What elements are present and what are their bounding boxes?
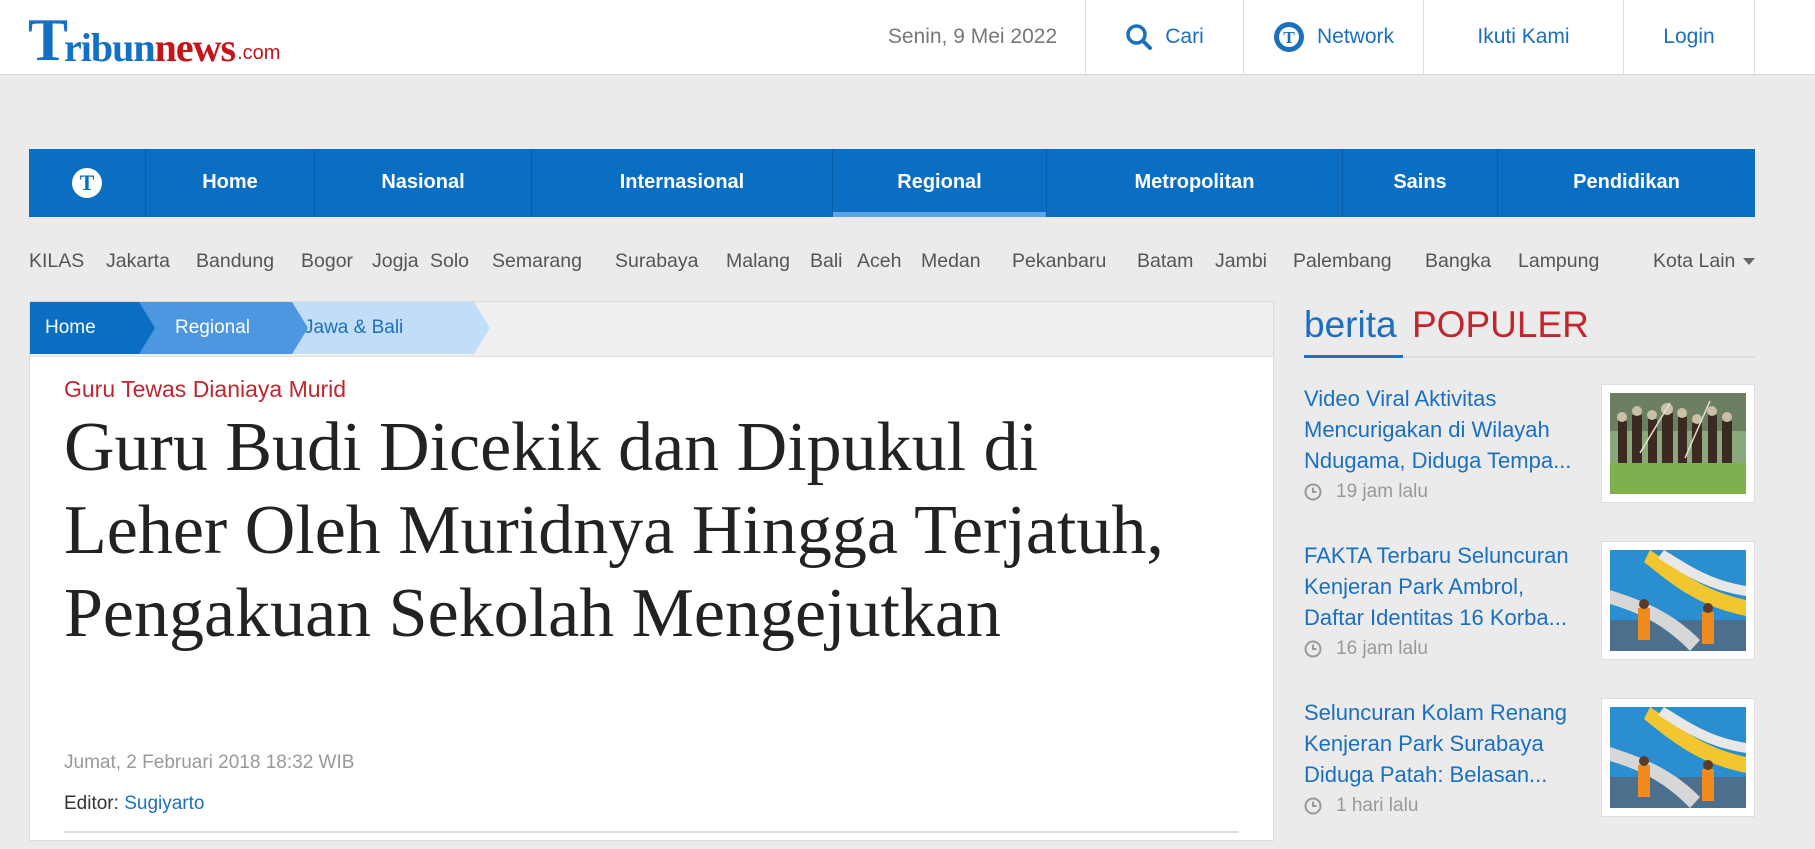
article-headline: Guru Budi Dicekik dan Dipukul di Leher O… (64, 409, 1164, 652)
popular-item-title[interactable]: Video Viral Aktivitas Mencurigakan di Wi… (1304, 383, 1590, 476)
main-nav: T Home Nasional Internasional Regional M… (29, 149, 1755, 217)
popular-item[interactable]: Seluncuran Kolam Renang Kenjeran Park Su… (1304, 697, 1755, 849)
subnav-bogor[interactable]: Bogor (301, 246, 353, 276)
clock-icon (1304, 797, 1322, 815)
search-button[interactable]: Cari (1085, 0, 1243, 74)
popular-item-thumbnail[interactable] (1601, 698, 1755, 817)
popular-item-thumbnail[interactable] (1601, 384, 1755, 503)
popular-item[interactable]: FAKTA Terbaru Seluncuran Kenjeran Park A… (1304, 540, 1755, 692)
subnav-palembang[interactable]: Palembang (1293, 246, 1392, 276)
tribun-logo-icon: T (72, 168, 102, 198)
editor-name-link[interactable]: Sugiyarto (124, 793, 204, 814)
popular-item-thumbnail[interactable] (1601, 541, 1755, 660)
logo-com: .com (237, 42, 281, 64)
nav-item-nasional[interactable]: Nasional (315, 149, 532, 217)
subnav-semarang[interactable]: Semarang (492, 246, 582, 276)
nav-item-regional[interactable]: Regional (833, 149, 1047, 217)
subnav-bangka[interactable]: Bangka (1425, 246, 1491, 276)
nav-item-pendidikan[interactable]: Pendidikan (1498, 149, 1755, 217)
logo-ribun: ribun (64, 25, 156, 70)
subnav-solo[interactable]: Solo (430, 246, 469, 276)
subnav-kota-lain-label: Kota Lain (1653, 250, 1736, 272)
popular-item-time: 16 jam lalu (1304, 638, 1428, 660)
top-bar: Tribun news .com Senin, 9 Mei 2022 Cari T … (0, 0, 1815, 75)
search-label: Cari (1165, 25, 1204, 48)
logo-news: news (154, 25, 236, 70)
subnav-jakarta[interactable]: Jakarta (106, 246, 170, 276)
subnav-kota-lain[interactable]: Kota Lain (1653, 246, 1755, 276)
subnav-batam[interactable]: Batam (1137, 246, 1193, 276)
caret-down-icon (1742, 258, 1755, 266)
subnav-bali[interactable]: Bali (810, 246, 843, 276)
breadcrumb-home[interactable]: Home (30, 302, 155, 354)
popular-item-title[interactable]: FAKTA Terbaru Seluncuran Kenjeran Park A… (1304, 540, 1590, 633)
subnav-medan[interactable]: Medan (921, 246, 981, 276)
popular-item-time-text: 19 jam lalu (1336, 481, 1428, 502)
popular-item-time-text: 16 jam lalu (1336, 638, 1428, 659)
subnav-malang[interactable]: Malang (726, 246, 790, 276)
tribunnews-logo[interactable]: Tribun news .com (28, 6, 280, 70)
popular-heading-populer: POPULER (1412, 304, 1589, 345)
subnav-kilas[interactable]: KILAS (29, 246, 84, 276)
clock-icon (1304, 483, 1322, 501)
tribun-network-icon: T (1273, 21, 1305, 53)
topbar-divider (1754, 0, 1755, 74)
popular-heading-berita: berita (1304, 304, 1397, 345)
network-label: Network (1316, 25, 1395, 48)
waterslide-photo-image (1610, 550, 1746, 651)
follow-us-label: Ikuti Kami (1477, 25, 1570, 48)
nav-home-logo[interactable]: T (29, 149, 146, 217)
nav-item-home[interactable]: Home (146, 149, 315, 217)
breadcrumb-regional[interactable]: Regional (138, 302, 308, 354)
popular-item-time-text: 1 hari lalu (1336, 795, 1419, 816)
nav-item-sains[interactable]: Sains (1343, 149, 1498, 217)
logo-t: T (28, 7, 69, 73)
regional-subnav: KILAS Jakarta Bandung Bogor Jogja Solo S… (0, 246, 1815, 276)
popular-item-time: 19 jam lalu (1304, 481, 1428, 503)
article-divider (64, 831, 1239, 833)
article-date: Jumat, 2 Februari 2018 18:32 WIB (64, 752, 355, 773)
nav-item-internasional[interactable]: Internasional (532, 149, 833, 217)
waterslide-photo-image (1610, 707, 1746, 808)
subnav-jambi[interactable]: Jambi (1215, 246, 1267, 276)
article-card: Jawa & Bali Regional Home Guru Tewas Dia… (29, 301, 1274, 841)
subnav-bandung[interactable]: Bandung (196, 246, 274, 276)
popular-item[interactable]: Video Viral Aktivitas Mencurigakan di Wi… (1304, 383, 1755, 535)
subnav-pekanbaru[interactable]: Pekanbaru (1012, 246, 1106, 276)
subnav-aceh[interactable]: Aceh (857, 246, 901, 276)
login-button[interactable]: Login (1623, 0, 1754, 74)
follow-us-button[interactable]: Ikuti Kami (1423, 0, 1623, 74)
subnav-jogja[interactable]: Jogja (372, 246, 419, 276)
heading-underline (1304, 355, 1403, 358)
popular-item-time: 1 hari lalu (1304, 795, 1418, 817)
nav-item-metropolitan[interactable]: Metropolitan (1047, 149, 1343, 217)
current-date: Senin, 9 Mei 2022 (887, 25, 1058, 48)
network-button[interactable]: T Network (1243, 0, 1423, 74)
subnav-surabaya[interactable]: Surabaya (615, 246, 698, 276)
popular-news-heading: berita POPULER (1304, 300, 1755, 358)
crowd-photo-image (1610, 393, 1746, 494)
login-label: Login (1663, 25, 1715, 48)
article-kicker[interactable]: Guru Tewas Dianiaya Murid (64, 376, 346, 403)
popular-item-title[interactable]: Seluncuran Kolam Renang Kenjeran Park Su… (1304, 697, 1590, 790)
subnav-lampung[interactable]: Lampung (1518, 246, 1599, 276)
search-icon (1125, 23, 1153, 51)
editor-label: Editor: (64, 793, 119, 814)
clock-icon (1304, 640, 1322, 658)
breadcrumb: Jawa & Bali Regional Home (30, 302, 1273, 357)
article-editor: Editor: Sugiyarto (64, 793, 204, 815)
svg-text:T: T (1283, 28, 1295, 47)
